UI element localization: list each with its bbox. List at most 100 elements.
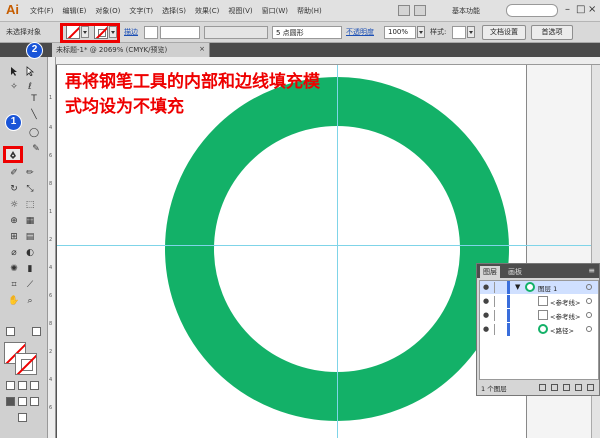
type-tool-icon[interactable]: T [28, 93, 40, 105]
perspective-grid-tool-icon[interactable]: ▦ [24, 215, 36, 227]
horizontal-ruler[interactable] [48, 57, 600, 65]
menu-file[interactable]: 文件(F) [30, 6, 54, 16]
arrange-documents-icon[interactable] [398, 5, 410, 16]
pen-tool[interactable] [3, 146, 23, 163]
menu-effect[interactable]: 效果(C) [195, 6, 219, 16]
free-transform-tool-icon[interactable]: ⬚ [24, 199, 36, 211]
blob-brush-tool-icon[interactable]: ✏ [24, 167, 36, 179]
vertical-ruler[interactable]: 1 4 6 8 1 2 4 6 8 2 4 6 [48, 57, 56, 438]
eyedropper-tool-icon[interactable]: ⌀ [8, 247, 20, 259]
bridge-icon[interactable] [414, 5, 426, 16]
screen-mode-icon[interactable] [18, 413, 27, 422]
stroke-weight-stepper[interactable] [144, 26, 158, 39]
layer-name: <参考线> [550, 299, 581, 307]
draw-behind-icon[interactable] [18, 397, 27, 406]
preferences-button[interactable]: 首选项 [531, 25, 573, 40]
maximize-button[interactable]: □ [576, 4, 585, 15]
stroke-none-swatch[interactable] [15, 353, 37, 375]
layer-row[interactable]: ● ▼ 图层 1 [480, 281, 598, 294]
minimize-button[interactable]: – [565, 4, 570, 15]
draw-normal-icon[interactable] [6, 397, 15, 406]
locate-object-icon[interactable] [539, 384, 546, 391]
opacity-dropdown[interactable] [417, 26, 425, 38]
gradient-tool-icon[interactable]: ▤ [24, 231, 36, 243]
style-dropdown[interactable] [467, 26, 475, 38]
menu-type[interactable]: 文字(T) [129, 6, 153, 16]
color-mode-icon[interactable] [6, 381, 15, 390]
search-field[interactable] [506, 4, 558, 17]
warp-tool-icon[interactable]: ☼ [8, 199, 20, 211]
direct-selection-tool-icon[interactable] [24, 65, 36, 77]
visibility-eye-icon[interactable]: ● [483, 297, 489, 305]
variable-width-profile[interactable] [204, 26, 268, 39]
line-tool-icon[interactable]: ╲ [28, 109, 40, 121]
layer-row[interactable]: ● <路径> [480, 323, 598, 336]
artboard-tool-icon[interactable]: ⌗ [8, 279, 20, 291]
target-circle-icon[interactable] [586, 284, 592, 290]
delete-layer-icon[interactable] [587, 384, 594, 391]
menu-view[interactable]: 视图(V) [228, 6, 252, 16]
lock-toggle[interactable] [494, 282, 501, 293]
vertical-guide[interactable] [337, 65, 338, 438]
lasso-tool-icon[interactable]: ℓ [24, 81, 36, 93]
tab-layers[interactable]: 图层 [480, 266, 500, 278]
rotate-tool-icon[interactable]: ↻ [8, 183, 20, 195]
selection-tool-icon[interactable] [8, 65, 20, 77]
layer-row[interactable]: ● <参考线> [480, 295, 598, 308]
default-colors-icon[interactable] [6, 327, 15, 336]
close-tab-icon[interactable]: × [199, 45, 205, 53]
blend-tool-icon[interactable]: ◐ [24, 247, 36, 259]
menu-help[interactable]: 帮助(H) [297, 6, 322, 16]
make-clipping-mask-icon[interactable] [551, 384, 558, 391]
stroke-weight-field[interactable] [160, 26, 200, 39]
toolbox: ✧ ℓ T ╲ ◯ ✎ ✐ ✏ ↻ ⤡ ☼ ⬚ ⊕ ▦ ⊞ ▤ ⌀ ◐ ✺ ▮ … [0, 57, 48, 438]
lock-toggle[interactable] [494, 310, 501, 321]
menu-window[interactable]: 窗口(W) [262, 6, 288, 16]
document-setup-button[interactable]: 文档设置 [482, 25, 526, 40]
column-graph-tool-icon[interactable]: ▮ [24, 263, 36, 275]
brush-definition[interactable]: 5 点圆形 [272, 26, 342, 39]
style-swatch[interactable] [452, 26, 466, 39]
target-circle-icon[interactable] [586, 298, 592, 304]
target-circle-icon[interactable] [586, 326, 592, 332]
pencil-tool-icon[interactable]: ✐ [8, 167, 20, 179]
visibility-eye-icon[interactable]: ● [483, 311, 489, 319]
close-button[interactable]: × [588, 4, 596, 15]
expand-triangle-icon[interactable]: ▼ [515, 283, 520, 291]
mesh-tool-icon[interactable]: ⊞ [8, 231, 20, 243]
scale-tool-icon[interactable]: ⤡ [24, 183, 36, 195]
opacity-label[interactable]: 不透明度 [346, 27, 374, 37]
ruler-mark: 6 [49, 293, 53, 299]
ellipse-tool-icon[interactable]: ◯ [28, 127, 40, 139]
visibility-eye-icon[interactable]: ● [483, 283, 489, 291]
paintbrush-tool-icon[interactable]: ✎ [30, 143, 42, 155]
magic-wand-tool-icon[interactable]: ✧ [8, 81, 20, 93]
horizontal-guide[interactable] [57, 245, 600, 246]
workspace-switcher[interactable]: 基本功能 [452, 6, 480, 16]
menu-object[interactable]: 对象(O) [95, 6, 120, 16]
draw-inside-icon[interactable] [30, 397, 39, 406]
symbol-sprayer-tool-icon[interactable]: ✺ [8, 263, 20, 275]
zoom-tool-icon[interactable]: ⌕ [24, 295, 36, 307]
visibility-eye-icon[interactable]: ● [483, 325, 489, 333]
menu-edit[interactable]: 编辑(E) [63, 6, 87, 16]
fill-stroke-control[interactable] [4, 342, 38, 376]
new-sublayer-icon[interactable] [563, 384, 570, 391]
target-circle-icon[interactable] [586, 312, 592, 318]
slice-tool-icon[interactable]: ⟋ [24, 279, 36, 291]
hand-tool-icon[interactable]: ✋ [8, 295, 20, 307]
lock-toggle[interactable] [494, 296, 501, 307]
shape-builder-tool-icon[interactable]: ⊕ [8, 215, 20, 227]
lock-toggle[interactable] [494, 324, 501, 335]
none-mode-icon[interactable] [30, 381, 39, 390]
tab-artboards[interactable]: 画板 [505, 266, 525, 278]
swap-colors-icon[interactable] [32, 327, 41, 336]
opacity-field[interactable]: 100% [384, 26, 416, 39]
layer-row[interactable]: ● <参考线> [480, 309, 598, 322]
new-layer-icon[interactable] [575, 384, 582, 391]
stroke-label[interactable]: 描边 [124, 27, 138, 37]
document-tab[interactable]: 未标题-1* @ 2069% (CMYK/预览) × [52, 43, 210, 57]
panel-menu-icon[interactable]: ≡ [588, 266, 595, 275]
menu-select[interactable]: 选择(S) [162, 6, 186, 16]
gradient-mode-icon[interactable] [18, 381, 27, 390]
